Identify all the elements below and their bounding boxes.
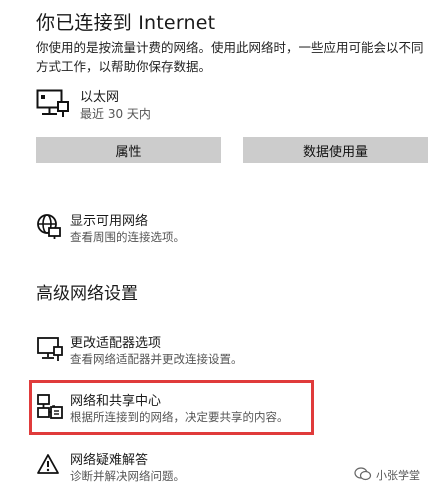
warning-triangle-icon (36, 452, 64, 480)
wechat-icon (354, 466, 372, 482)
connection-name: 以太网 (80, 90, 120, 105)
watermark: 小张学堂 (354, 464, 432, 486)
advanced-settings-heading: 高级网络设置 (36, 284, 138, 304)
show-available-networks[interactable]: 显示可用网络 查看周围的连接选项。 (36, 210, 416, 246)
troubleshooter-title: 网络疑难解答 (70, 453, 149, 468)
change-adapter-options[interactable]: 更改适配器选项 查看网络适配器并更改连接设置。 (36, 332, 416, 368)
metered-description: 你使用的是按流量计费的网络。使用此网络时，一些应用可能会以不同方式工作，以帮助你… (36, 40, 424, 74)
adapter-monitor-icon (36, 335, 64, 363)
troubleshooter-subtitle: 诊断并解决网络问题。 (70, 469, 185, 483)
properties-button[interactable]: 属性 (36, 137, 221, 163)
connection-detail: 最近 30 天内 (80, 107, 151, 121)
adapter-options-subtitle: 查看网络适配器并更改连接设置。 (70, 352, 243, 366)
show-networks-title: 显示可用网络 (70, 214, 149, 229)
data-usage-button[interactable]: 数据使用量 (243, 137, 428, 163)
page-title: 你已连接到 Internet (36, 12, 216, 34)
ethernet-monitor-icon (36, 89, 70, 119)
show-networks-subtitle: 查看周围的连接选项。 (70, 230, 185, 244)
watermark-text: 小张学堂 (376, 469, 420, 482)
connection-ethernet[interactable]: 以太网 最近 30 天内 (36, 86, 336, 122)
globe-icon (36, 213, 64, 241)
red-highlight-box (29, 380, 314, 435)
adapter-options-title: 更改适配器选项 (70, 336, 162, 351)
